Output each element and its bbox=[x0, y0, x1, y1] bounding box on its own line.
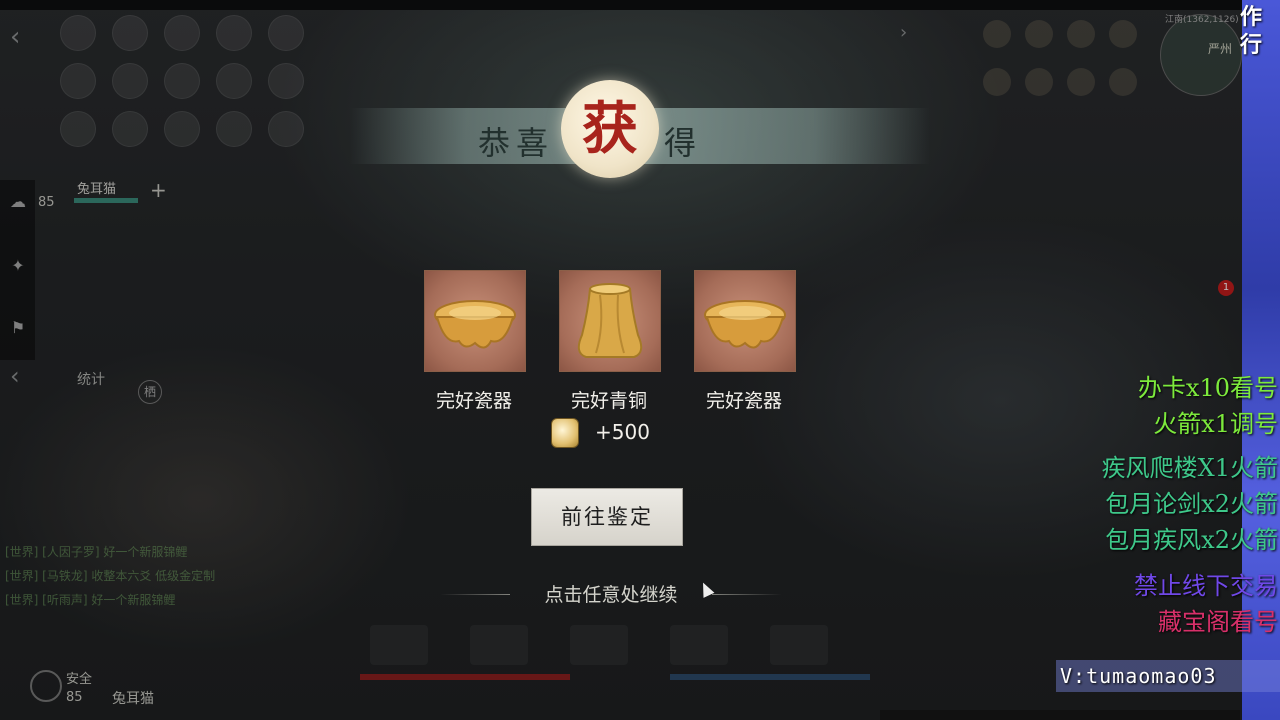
reward-item-slot[interactable] bbox=[694, 270, 796, 372]
reward-title-left: 恭喜 bbox=[478, 124, 555, 162]
overlay-top-text: 作 行 bbox=[1240, 4, 1262, 60]
divider-left bbox=[440, 594, 510, 595]
divider-right bbox=[712, 594, 782, 595]
coin-icon bbox=[551, 418, 579, 448]
promo-text: 包月论剑x2火箭 bbox=[1105, 490, 1278, 518]
reward-item-slot[interactable] bbox=[424, 270, 526, 372]
reward-title-center: 获 bbox=[582, 96, 638, 162]
overlay-top-char: 行 bbox=[1240, 33, 1263, 58]
currency-amount: +500 bbox=[595, 420, 650, 444]
streamer-watermark: V:tumaomao03 bbox=[1056, 660, 1280, 692]
system-taskbar bbox=[880, 710, 1240, 720]
promo-text: 火箭x1调号 bbox=[1153, 410, 1278, 438]
go-appraise-button[interactable]: 前往鉴定 bbox=[531, 488, 683, 546]
reward-item-slot[interactable] bbox=[559, 270, 661, 372]
continue-hint: 点击任意处继续 bbox=[544, 584, 678, 606]
reward-item-name: 完好青铜 bbox=[570, 390, 647, 412]
reward-moon-emblem: 获 bbox=[561, 80, 659, 178]
reward-item-name: 完好瓷器 bbox=[435, 390, 512, 412]
promo-text: 禁止线下交易 bbox=[1134, 572, 1278, 600]
overlay-top-char: 作 bbox=[1240, 5, 1263, 30]
promo-text: 疾风爬楼X1火箭 bbox=[1101, 454, 1278, 482]
porcelain-icon bbox=[704, 300, 786, 349]
porcelain-icon bbox=[434, 300, 516, 349]
reward-title-right: 得 bbox=[664, 124, 703, 162]
bronze-icon bbox=[577, 283, 643, 358]
promo-text: 包月疾风x2火箭 bbox=[1105, 526, 1278, 554]
reward-item-name: 完好瓷器 bbox=[705, 390, 782, 412]
promo-text: 藏宝阁看号 bbox=[1158, 608, 1278, 636]
promo-text: 办卡x10看号 bbox=[1137, 374, 1278, 402]
